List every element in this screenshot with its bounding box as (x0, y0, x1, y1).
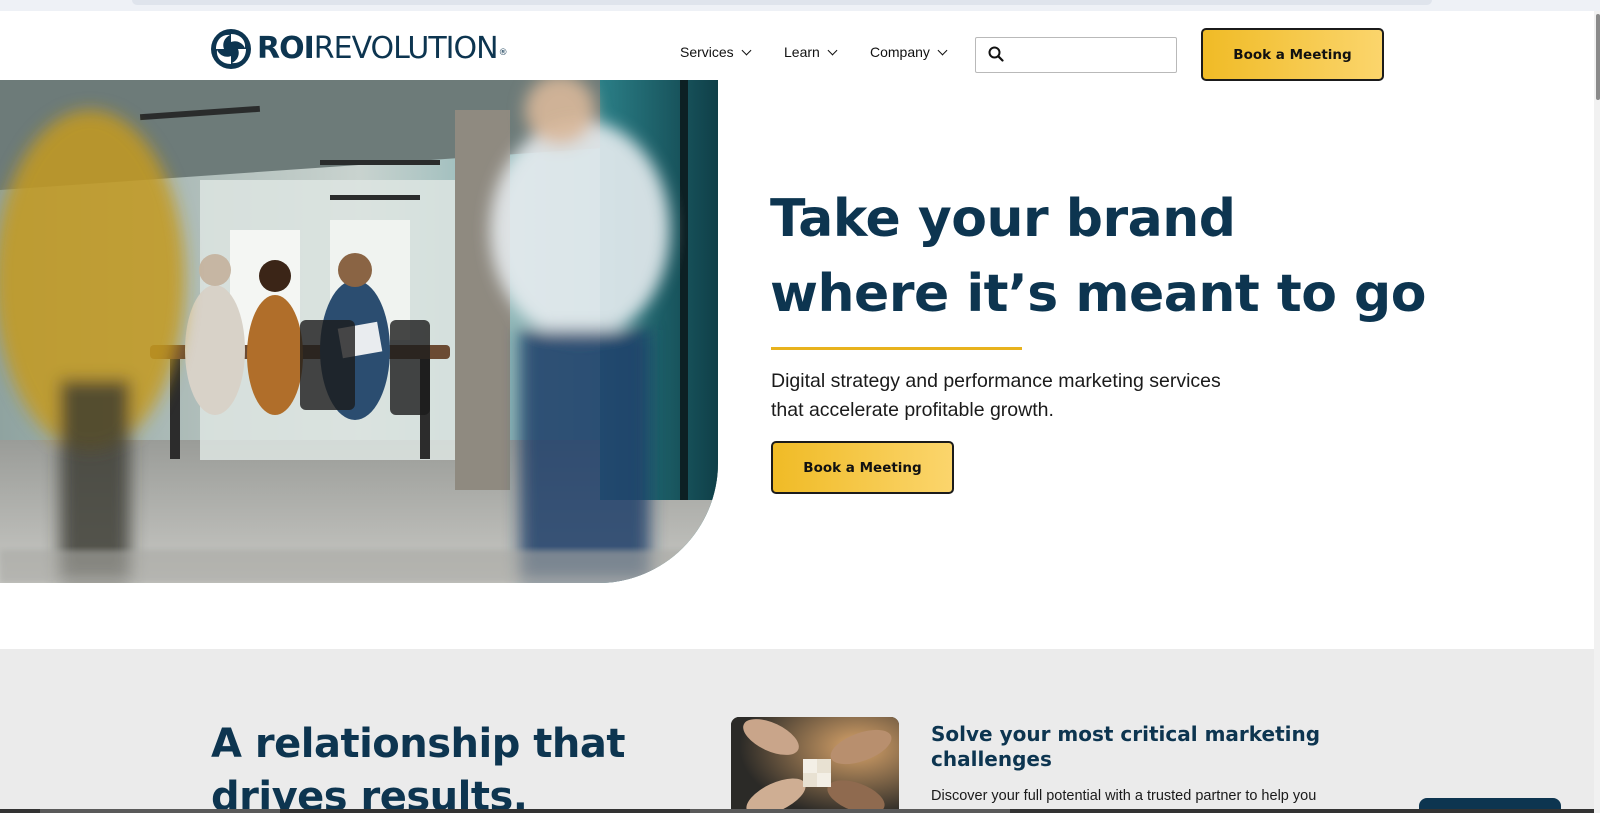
browser-top-strip (0, 0, 1600, 11)
chevron-down-icon (827, 45, 838, 55)
logo-wordmark: ROIREVOLUTION® (257, 31, 508, 66)
book-meeting-header-button[interactable]: Book a Meeting (1201, 28, 1384, 81)
hero-title: Take your brand where it’s meant to go (770, 182, 1430, 332)
page-scrollbar[interactable] (1594, 11, 1600, 813)
chevron-down-icon (741, 45, 752, 55)
taskbar-edge (0, 809, 1594, 813)
relationship-title: A relationship that drives results. (211, 718, 691, 813)
browser-address-bar-edge (132, 0, 1432, 5)
hero-title-line2: where it’s meant to go (770, 264, 1427, 324)
hero-divider (771, 347, 1022, 350)
site-header: ROIREVOLUTION® Services Learn Company Bo… (0, 11, 1594, 81)
hero-subtitle-line2: that accelerate profitable growth. (771, 399, 1054, 421)
nav-company-label: Company (870, 44, 930, 60)
card-description: Discover your full potential with a trus… (931, 788, 1317, 804)
nav-company[interactable]: Company (870, 44, 948, 60)
nav-services-label: Services (680, 44, 734, 60)
logo-swirl-icon (211, 29, 251, 69)
taskbar-segment (40, 809, 280, 813)
chevron-down-icon (937, 45, 948, 55)
hero-subtitle-line1: Digital strategy and performance marketi… (771, 370, 1221, 392)
book-meeting-hero-button[interactable]: Book a Meeting (771, 441, 954, 494)
search-icon[interactable] (988, 46, 1004, 62)
relationship-title-line1: A relationship that (211, 721, 626, 767)
card-title-line1: Solve your most critical marketing (931, 722, 1321, 746)
nav-learn-label: Learn (784, 44, 820, 60)
nav-learn[interactable]: Learn (784, 44, 838, 60)
taskbar-segment (690, 809, 1010, 813)
search-input[interactable] (975, 37, 1177, 73)
puzzle-hands-image (731, 717, 899, 813)
card-title-line2: challenges (931, 747, 1052, 771)
hero-office-image (0, 80, 718, 583)
nav-services[interactable]: Services (680, 44, 752, 60)
relationship-title-line2: drives results. (211, 774, 528, 813)
scrollbar-thumb[interactable] (1596, 14, 1600, 100)
logo[interactable]: ROIREVOLUTION® (210, 28, 508, 70)
card-title[interactable]: Solve your most critical marketing chall… (931, 722, 1361, 772)
hero-title-line1: Take your brand (770, 189, 1236, 249)
hero-subtitle: Digital strategy and performance marketi… (771, 367, 1261, 425)
